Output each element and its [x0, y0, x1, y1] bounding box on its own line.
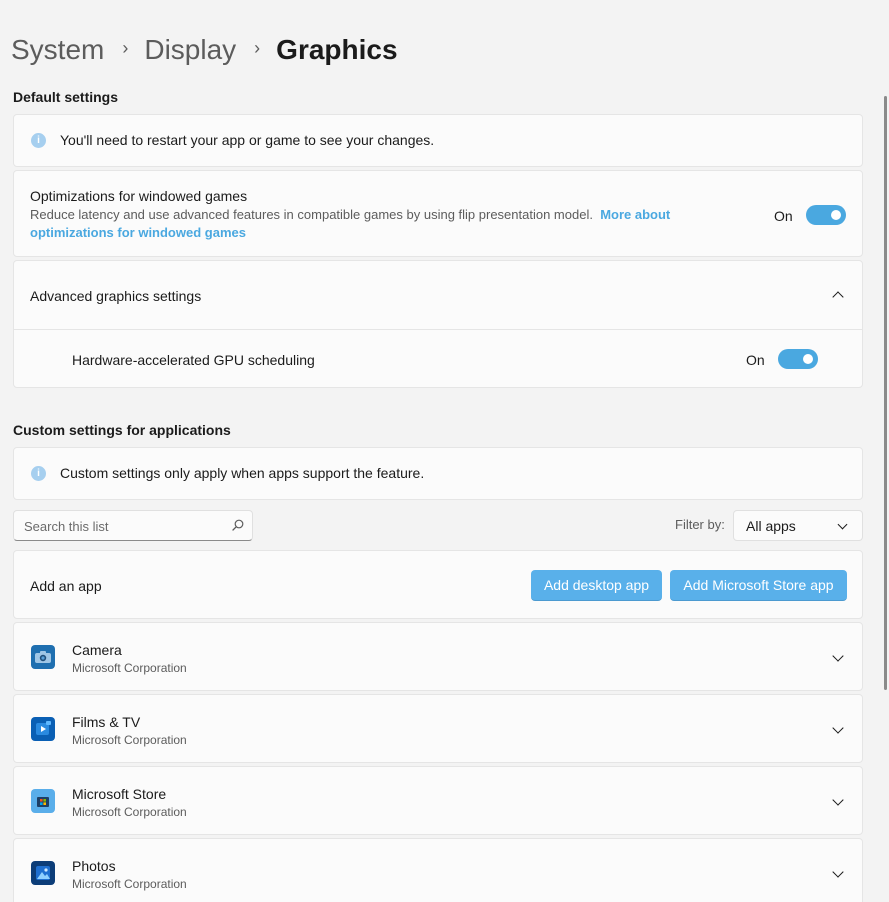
restart-info-banner: i You'll need to restart your app or gam… [13, 114, 863, 167]
chevron-down-icon [837, 519, 848, 530]
camera-app-icon [31, 645, 55, 669]
toggle-knob [803, 354, 813, 364]
info-icon: i [31, 133, 46, 148]
app-row-microsoft-store[interactable]: Microsoft Store Microsoft Corporation [13, 766, 863, 835]
windowed-games-description-text: Reduce latency and use advanced features… [30, 207, 593, 222]
toggle-knob [831, 210, 841, 220]
gpu-scheduling-toggle-state: On [746, 352, 765, 368]
chevron-up-icon [832, 291, 844, 303]
app-publisher: Microsoft Corporation [72, 661, 187, 675]
app-publisher: Microsoft Corporation [72, 733, 187, 747]
info-icon: i [31, 466, 46, 481]
chevron-right-icon: › [254, 38, 261, 58]
windowed-games-description: Reduce latency and use advanced features… [30, 206, 730, 242]
gpu-scheduling-toggle[interactable] [778, 349, 818, 369]
app-row-films-tv[interactable]: Films & TV Microsoft Corporation [13, 694, 863, 763]
chevron-down-icon [832, 794, 844, 806]
custom-info-text: Custom settings only apply when apps sup… [60, 465, 425, 481]
breadcrumb-system[interactable]: System [11, 30, 104, 70]
app-row-camera[interactable]: Camera Microsoft Corporation [13, 622, 863, 691]
app-name: Films & TV [72, 714, 141, 730]
scrollbar[interactable] [884, 96, 887, 690]
filter-value: All apps [746, 518, 796, 534]
custom-info-banner: i Custom settings only apply when apps s… [13, 447, 863, 500]
custom-settings-header: Custom settings for applications [13, 422, 231, 438]
filter-dropdown[interactable]: All apps [733, 510, 863, 541]
search-icon [232, 519, 244, 531]
microsoft-store-app-icon [31, 789, 55, 813]
filter-label: Filter by: [675, 517, 725, 532]
photos-app-icon [31, 861, 55, 885]
add-desktop-app-button[interactable]: Add desktop app [531, 570, 662, 601]
search-input[interactable] [24, 517, 224, 535]
add-app-card: Add an app Add desktop app Add Microsoft… [13, 550, 863, 619]
app-name: Microsoft Store [72, 786, 167, 802]
app-name: Camera [72, 642, 122, 658]
chevron-right-icon: › [122, 38, 129, 58]
page-title: Graphics [276, 34, 398, 65]
windowed-games-card: Optimizations for windowed games Reduce … [13, 170, 863, 257]
advanced-graphics-card: Advanced graphics settings Hardware-acce… [13, 260, 863, 388]
chevron-down-icon [832, 650, 844, 662]
breadcrumb: System › Display › Graphics [11, 30, 398, 70]
app-publisher: Microsoft Corporation [72, 877, 187, 891]
app-row-photos[interactable]: Photos Microsoft Corporation [13, 838, 863, 902]
gpu-scheduling-label: Hardware-accelerated GPU scheduling [72, 352, 315, 368]
advanced-graphics-title: Advanced graphics settings [30, 288, 202, 304]
windowed-games-toggle[interactable] [806, 205, 846, 225]
advanced-graphics-header[interactable]: Advanced graphics settings [14, 261, 862, 329]
breadcrumb-display[interactable]: Display [144, 30, 236, 70]
chevron-down-icon [832, 866, 844, 878]
restart-info-text: You'll need to restart your app or game … [60, 132, 435, 148]
app-name: Photos [72, 858, 116, 874]
add-store-app-button[interactable]: Add Microsoft Store app [670, 570, 847, 601]
default-settings-header: Default settings [13, 89, 119, 105]
divider [14, 329, 862, 330]
chevron-down-icon [832, 722, 844, 734]
windowed-games-toggle-state: On [774, 208, 793, 224]
films-tv-app-icon [31, 717, 55, 741]
app-publisher: Microsoft Corporation [72, 805, 187, 819]
add-app-label: Add an app [30, 578, 102, 594]
search-box[interactable] [13, 510, 253, 541]
windowed-games-title: Optimizations for windowed games [30, 188, 248, 204]
